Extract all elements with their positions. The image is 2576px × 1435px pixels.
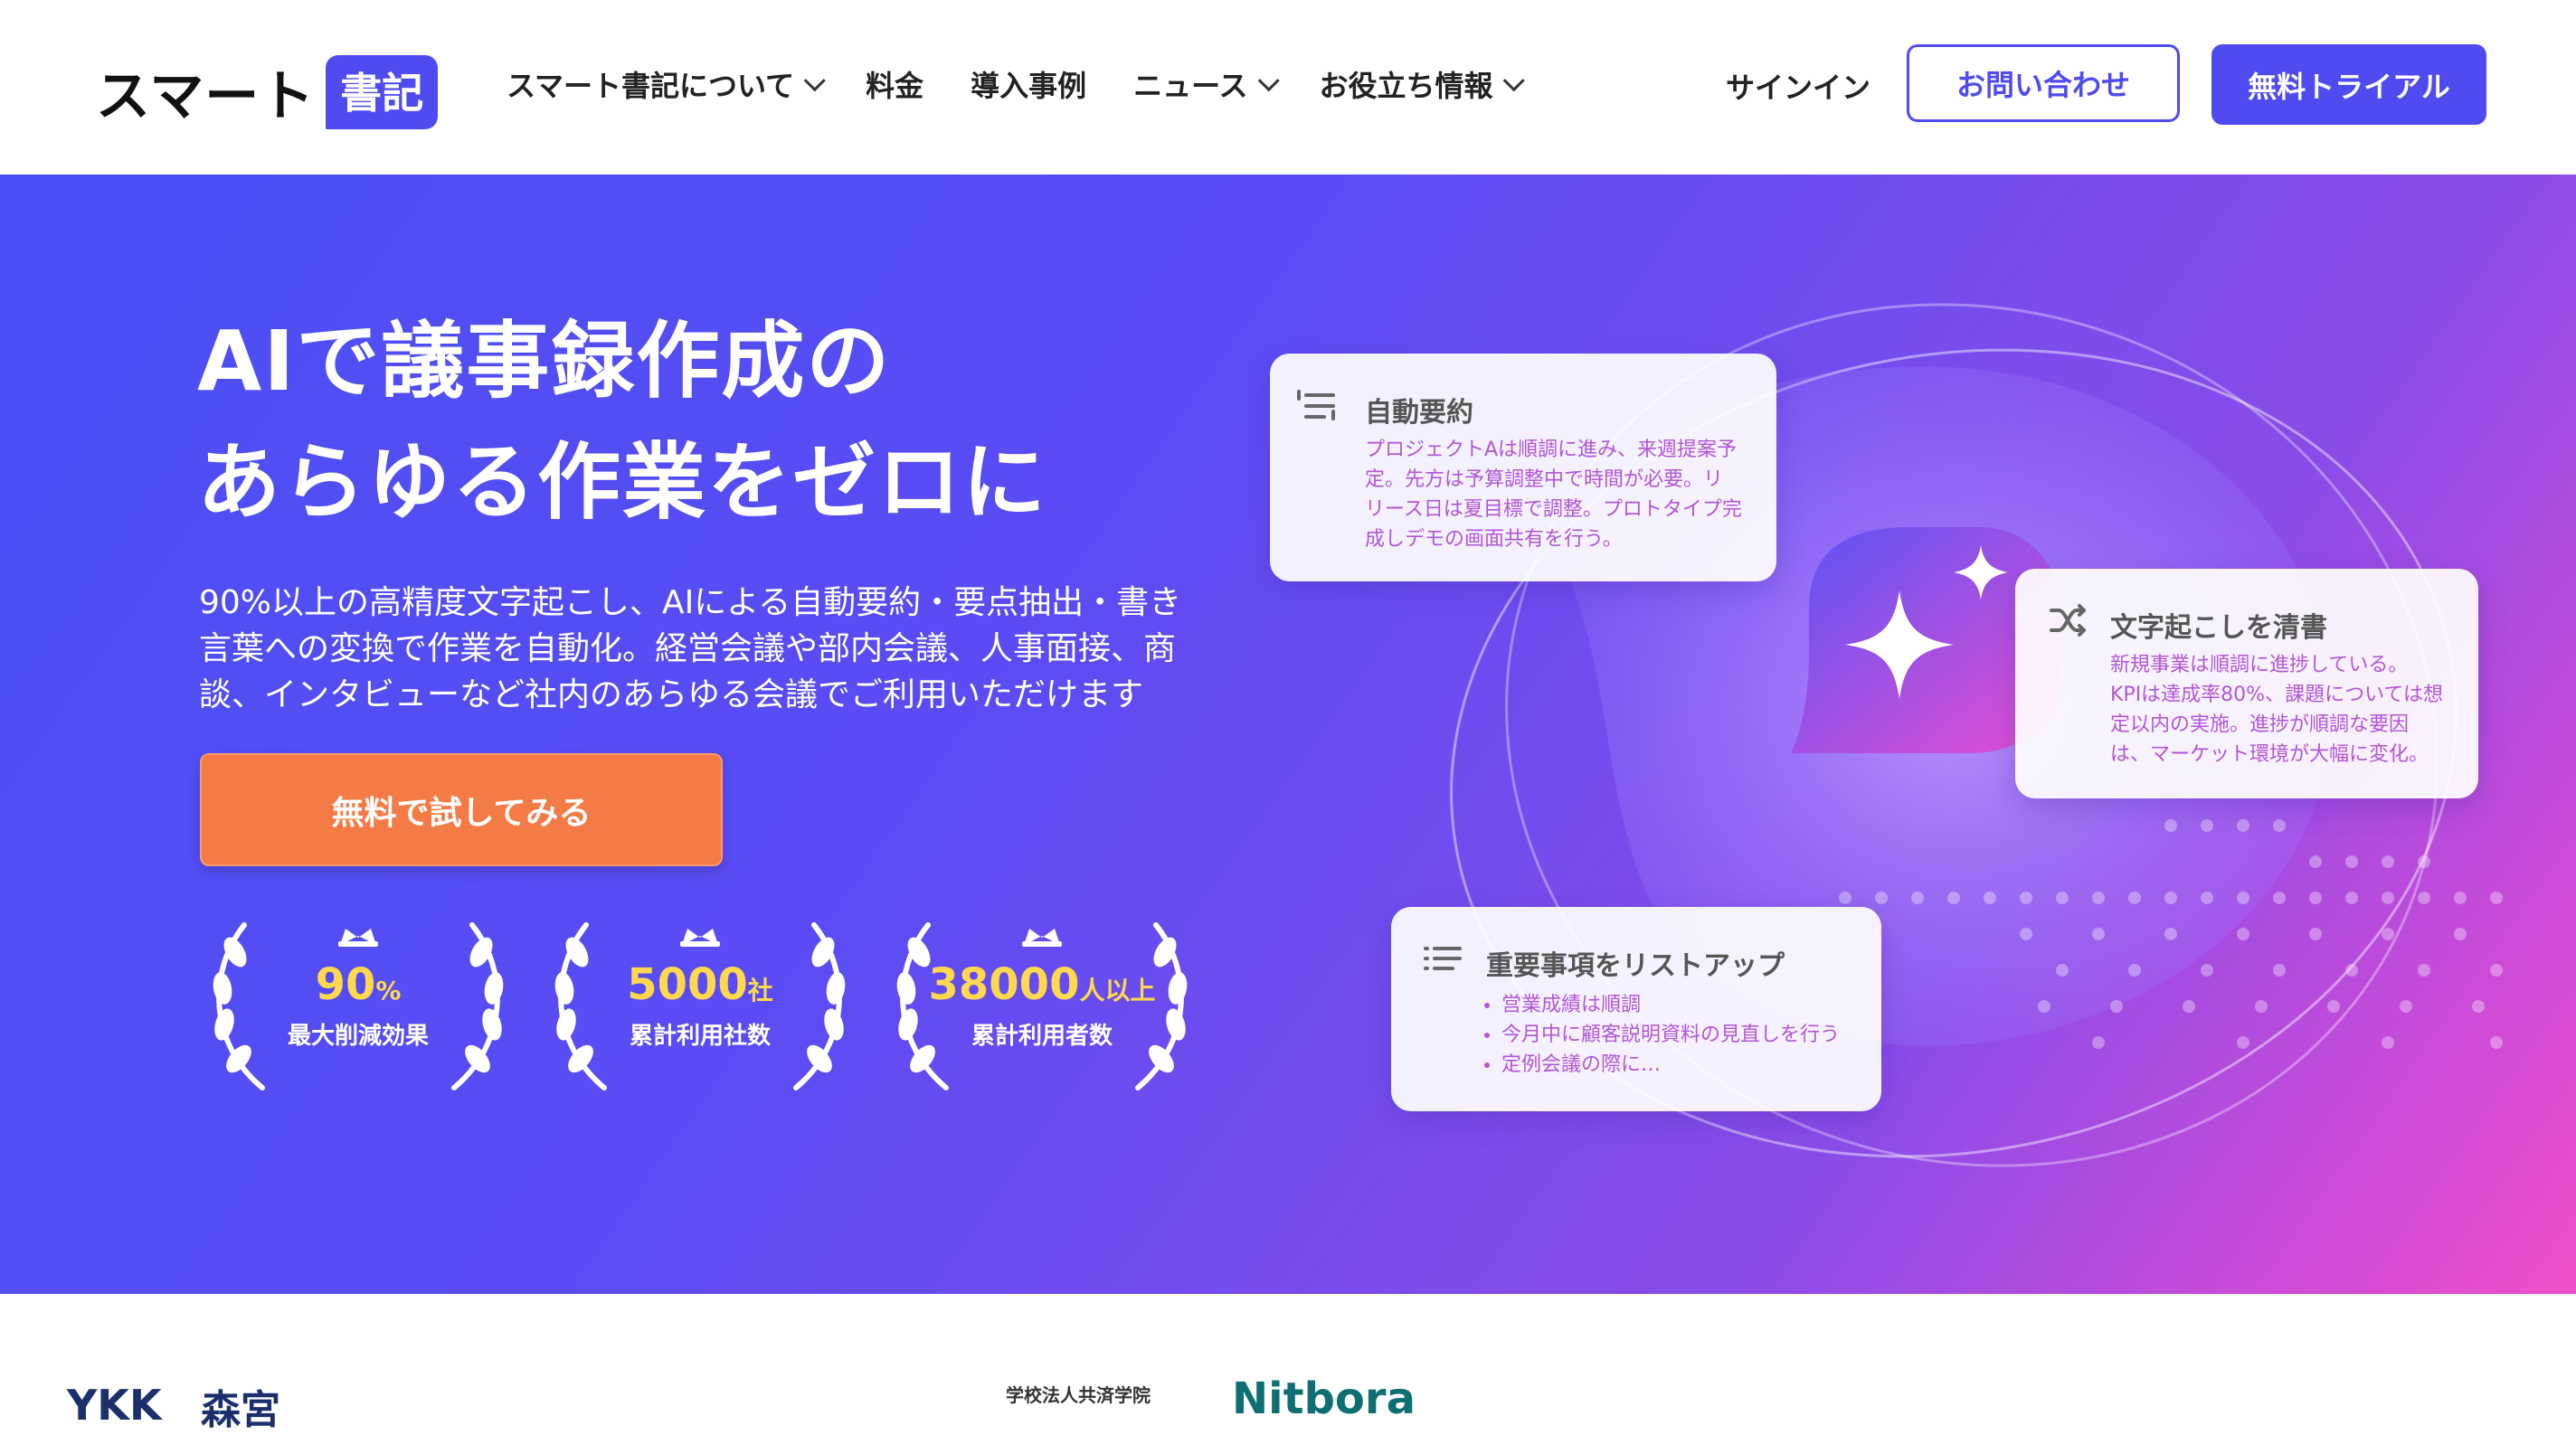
summary-icon <box>1297 390 1335 420</box>
stat-number: 5000 <box>627 959 748 1010</box>
client-logo-strip: YKK 森宮 学校法人共済学院 Nitbora <box>0 1294 2576 1433</box>
card-line: は、マーケット環境が大幅に変化。 <box>2110 743 2429 766</box>
stat-unit: 人以上 <box>1079 976 1156 1005</box>
card-key-points: 重要事項をリストアップ 営業成績は順調 今月中に顧客説明資料の見直しを行う 定例… <box>1391 907 1881 1111</box>
nav-pricing[interactable]: 料金 <box>866 63 923 105</box>
key-points-list: 営業成績は順調 今月中に顧客説明資料の見直しを行う 定例会議の際に… <box>1482 990 1840 1080</box>
list-item: 今月中に顧客説明資料の見直しを行う <box>1501 1020 1840 1050</box>
chevron-down-icon <box>1257 69 1280 91</box>
site-header: スマート 書記 スマート書記について 料金 導入事例 ニュース お役立ち情報 サ… <box>0 0 2576 175</box>
nav-news[interactable]: ニュース <box>1133 63 1280 105</box>
stat-unit: % <box>375 976 402 1005</box>
signin-link[interactable]: サインイン <box>1726 65 1870 107</box>
card-body: 営業成績は順調 今月中に顧客説明資料の見直しを行う 定例会議の際に… <box>1482 990 1840 1080</box>
site-logo[interactable]: スマート 書記 <box>96 52 439 131</box>
card-line: プロジェクトAは順調に進み、来週提案予 <box>1365 439 1738 461</box>
stat-number: 38000 <box>928 959 1080 1010</box>
list-item: 定例会議の際に… <box>1501 1050 1840 1080</box>
card-body: 新規事業は順調に進捗している。 KPIは達成率80%、課題については想 定以内の… <box>2110 650 2443 769</box>
contact-button[interactable]: お問い合わせ <box>1907 44 2180 122</box>
try-free-button[interactable]: 無料で試してみる <box>200 753 723 866</box>
client-logo: Nitbora <box>1232 1374 1416 1424</box>
stat-label: 累計利用者数 <box>971 1023 1113 1050</box>
nav-about[interactable]: スマート書記について <box>507 63 826 105</box>
stat-label: 最大削減効果 <box>287 1023 429 1050</box>
card-line: リース日は夏目標で調整。プロトタイプ完 <box>1365 498 1742 521</box>
stat-value: 90% <box>199 959 517 1010</box>
stat-label: 累計利用社数 <box>629 1023 771 1050</box>
client-logo: 森宮 <box>201 1387 280 1433</box>
stat-reduction: 90% 最大削減効果 <box>199 916 517 1097</box>
nav-pricing-label: 料金 <box>866 69 924 103</box>
chevron-down-icon <box>803 69 826 91</box>
card-title: 文字起こしを清書 <box>2110 612 2327 644</box>
card-auto-summary: 自動要約 プロジェクトAは順調に進み、来週提案予 定。先方は予算調整中で時間が必… <box>1270 354 1776 581</box>
card-line: 定以内の実施。進捗が順調な要因 <box>2110 713 2410 736</box>
nav-case-studies[interactable]: 導入事例 <box>971 63 1086 105</box>
list-item: 営業成績は順調 <box>1501 990 1840 1020</box>
nav-resources[interactable]: お役立ち情報 <box>1319 63 1525 105</box>
card-title: 重要事項をリストアップ <box>1486 950 1785 982</box>
hero-description: 90%以上の高精度文字起こし、AIによる自動要約・要点抽出・書き 言葉への変換で… <box>199 580 1203 718</box>
logo-badge: 書記 <box>326 54 439 129</box>
stat-unit: 社 <box>747 976 773 1005</box>
nav-resources-label: お役立ち情報 <box>1319 69 1493 103</box>
logo-text: スマート <box>96 65 316 128</box>
hero-title-line2: あらゆる作業をゼロに <box>197 434 1048 531</box>
card-line: KPIは達成率80%、課題については想 <box>2110 684 2443 706</box>
client-logo: YKK <box>67 1381 162 1430</box>
stat-number: 90 <box>315 959 376 1010</box>
hero-desc-line3: 談、インタビューなど社内のあらゆる会議でご利用いただけます <box>199 676 1144 713</box>
stat-users: 38000人以上 累計利用者数 <box>883 916 1201 1097</box>
nav-about-label: スマート書記について <box>507 69 795 103</box>
card-line: 定。先方は予算調整中で時間が必要。リ <box>1365 468 1724 491</box>
hero-title: AIで議事録作成の あらゆる作業をゼロに <box>197 301 1047 543</box>
client-logo: 学校法人共済学院 <box>1006 1384 1151 1406</box>
hero-illustration: 自動要約 プロジェクトAは順調に進み、来週提案予 定。先方は予算調整中で時間が必… <box>1248 229 2576 1294</box>
card-transcript-cleanup: 文字起こしを清書 新規事業は順調に進捗している。 KPIは達成率80%、課題につ… <box>2015 569 2478 798</box>
main-nav: スマート書記について 料金 導入事例 ニュース お役立ち情報 <box>507 63 1565 105</box>
hero-title-line1: AIで議事録作成の <box>197 313 892 410</box>
free-trial-button[interactable]: 無料トライアル <box>2211 44 2486 125</box>
stat-value: 5000社 <box>541 959 859 1010</box>
nav-news-label: ニュース <box>1133 69 1248 103</box>
card-body: プロジェクトAは順調に進み、来週提案予 定。先方は予算調整中で時間が必要。リ リ… <box>1365 435 1742 554</box>
stat-companies: 5000社 累計利用社数 <box>541 916 859 1097</box>
stat-value: 38000人以上 <box>883 959 1201 1010</box>
nav-case-studies-label: 導入事例 <box>971 69 1087 103</box>
card-title: 自動要約 <box>1365 397 1473 429</box>
hero-section: AIで議事録作成の あらゆる作業をゼロに 90%以上の高精度文字起こし、AIによ… <box>0 175 2576 1294</box>
chevron-down-icon <box>1502 69 1525 91</box>
hero-desc-line2: 言葉への変換で作業を自動化。経営会議や部内会議、人事面接、商 <box>199 630 1177 667</box>
card-line: 成しデモの画面共有を行う。 <box>1365 528 1623 551</box>
card-line: 新規事業は順調に進捗している。 <box>2110 654 2409 676</box>
shuffle-icon <box>2050 604 2086 637</box>
list-icon <box>1424 947 1462 970</box>
hero-desc-line1: 90%以上の高精度文字起こし、AIによる自動要約・要点抽出・書き <box>199 584 1182 621</box>
